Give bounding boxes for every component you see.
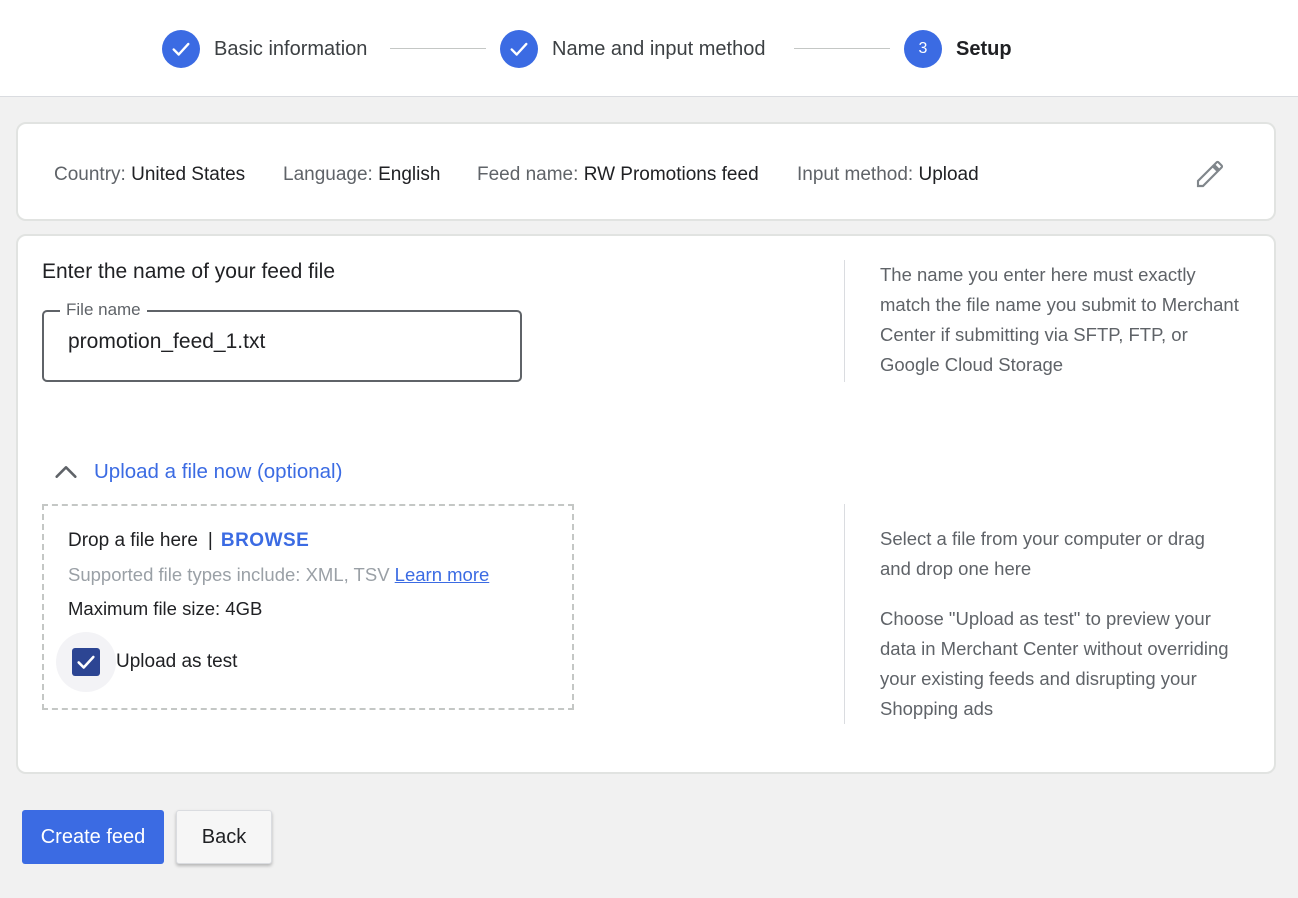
upload-as-test-row: Upload as test xyxy=(56,632,237,692)
help-text: The name you enter here must exactly mat… xyxy=(880,264,1239,375)
file-name-label: File name xyxy=(60,300,147,320)
pencil-icon xyxy=(1196,160,1224,188)
step-number: 3 xyxy=(904,30,942,68)
stepper: Basic information Name and input method … xyxy=(0,0,1298,97)
step-setup: 3 Setup xyxy=(904,30,1012,68)
step-label: Setup xyxy=(956,37,1012,60)
check-icon xyxy=(162,30,200,68)
expander-label: Upload a file now (optional) xyxy=(94,460,343,483)
file-name-section-title: Enter the name of your feed file xyxy=(42,260,336,283)
supported-types: Supported file types include: XML, TSV L… xyxy=(68,564,489,586)
learn-more-link[interactable]: Learn more xyxy=(395,564,490,585)
step-label: Basic information xyxy=(214,37,368,60)
check-icon xyxy=(500,30,538,68)
supported-text: Supported file types include: XML, TSV xyxy=(68,564,390,585)
max-file-size: Maximum file size: 4GB xyxy=(68,598,263,619)
summary-feed-name: Feed name: RW Promotions feed xyxy=(477,164,759,186)
divider xyxy=(844,260,845,382)
summary-key: Feed name: xyxy=(477,164,579,185)
summary-input-method: Input method: Upload xyxy=(797,164,979,186)
drop-instructions: Drop a file here | BROWSE xyxy=(68,530,309,552)
summary-value: English xyxy=(378,164,441,185)
edit-summary-button[interactable] xyxy=(1190,154,1230,194)
file-dropzone[interactable]: Drop a file here | BROWSE Supported file t… xyxy=(42,504,574,710)
create-feed-button[interactable]: Create feed xyxy=(22,810,164,864)
help-text: Select a file from your computer or drag… xyxy=(880,528,1205,579)
help-text: Choose "Upload as test" to preview your … xyxy=(880,608,1229,719)
summary-key: Input method: xyxy=(797,164,914,185)
step-connector xyxy=(390,48,486,49)
upload-help: Select a file from your computer or drag… xyxy=(880,524,1240,724)
step-name-and-input-method: Name and input method xyxy=(500,30,765,68)
browse-button[interactable]: BROWSE xyxy=(221,530,310,551)
divider xyxy=(844,504,845,724)
file-name-input[interactable] xyxy=(68,330,498,354)
check-icon xyxy=(77,655,95,669)
step-label: Name and input method xyxy=(552,37,766,60)
separator: | xyxy=(207,530,213,551)
drop-text: Drop a file here xyxy=(68,530,198,551)
checkbox-halo xyxy=(56,632,116,692)
summary-language: Language: English xyxy=(283,164,440,186)
chevron-up-icon xyxy=(55,466,77,478)
upload-as-test-checkbox[interactable] xyxy=(72,648,100,676)
setup-card: Enter the name of your feed file File na… xyxy=(16,234,1276,774)
upload-file-expander[interactable]: Upload a file now (optional) xyxy=(52,458,342,486)
file-name-field: File name xyxy=(42,300,522,382)
back-button[interactable]: Back xyxy=(176,810,272,864)
feed-summary-card: Country: United States Language: English… xyxy=(16,122,1276,221)
summary-value: RW Promotions feed xyxy=(583,164,759,185)
step-basic-information: Basic information xyxy=(162,30,367,68)
summary-key: Country: xyxy=(54,164,126,185)
summary-key: Language: xyxy=(283,164,373,185)
upload-as-test-label[interactable]: Upload as test xyxy=(116,651,237,673)
summary-value: United States xyxy=(131,164,246,185)
summary-value: Upload xyxy=(918,164,979,185)
file-name-help: The name you enter here must exactly mat… xyxy=(880,260,1240,380)
step-connector xyxy=(794,48,890,49)
summary-country: Country: United States xyxy=(54,164,245,186)
